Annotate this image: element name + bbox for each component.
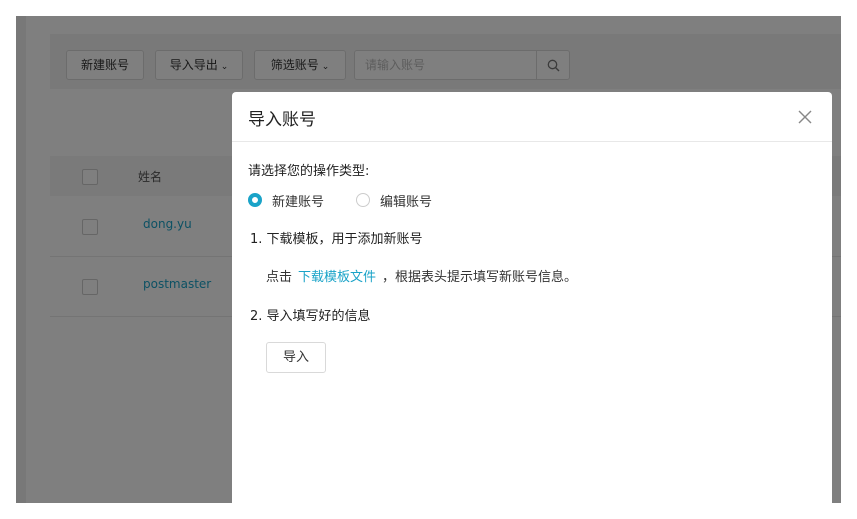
radio-new-account[interactable]: 新建账号 xyxy=(248,190,324,210)
step-2-title: 2. 导入填写好的信息 xyxy=(250,309,371,324)
import-button[interactable]: 导入 xyxy=(266,342,326,373)
radio-checked-indicator[interactable] xyxy=(248,193,262,207)
hint-prefix: 点击 xyxy=(266,270,293,285)
close-icon xyxy=(798,110,812,124)
step-1-title: 1. 下载模板，用于添加新账号 xyxy=(250,232,423,247)
radio-unchecked-indicator[interactable] xyxy=(356,193,370,207)
close-button[interactable] xyxy=(798,109,812,124)
import-account-dialog: 导入账号 请选择您的操作类型: 新建账号 编辑账号 1. 下载模板，用于添加新账… xyxy=(232,92,832,503)
hint-suffix: ，根据表头提示填写新账号信息。 xyxy=(382,270,578,285)
dialog-header: 导入账号 xyxy=(232,92,832,142)
radio-edit-account[interactable]: 编辑账号 xyxy=(356,190,432,210)
download-hint: 点击 下载模板文件 ，根据表头提示填写新账号信息。 xyxy=(266,266,577,285)
dialog-title: 导入账号 xyxy=(248,110,316,130)
operation-type-prompt: 请选择您的操作类型: xyxy=(248,164,370,179)
radio-edit-account-label: 编辑账号 xyxy=(380,194,433,210)
radio-new-account-label: 新建账号 xyxy=(272,194,325,210)
download-template-link[interactable]: 下载模板文件 xyxy=(298,270,376,285)
